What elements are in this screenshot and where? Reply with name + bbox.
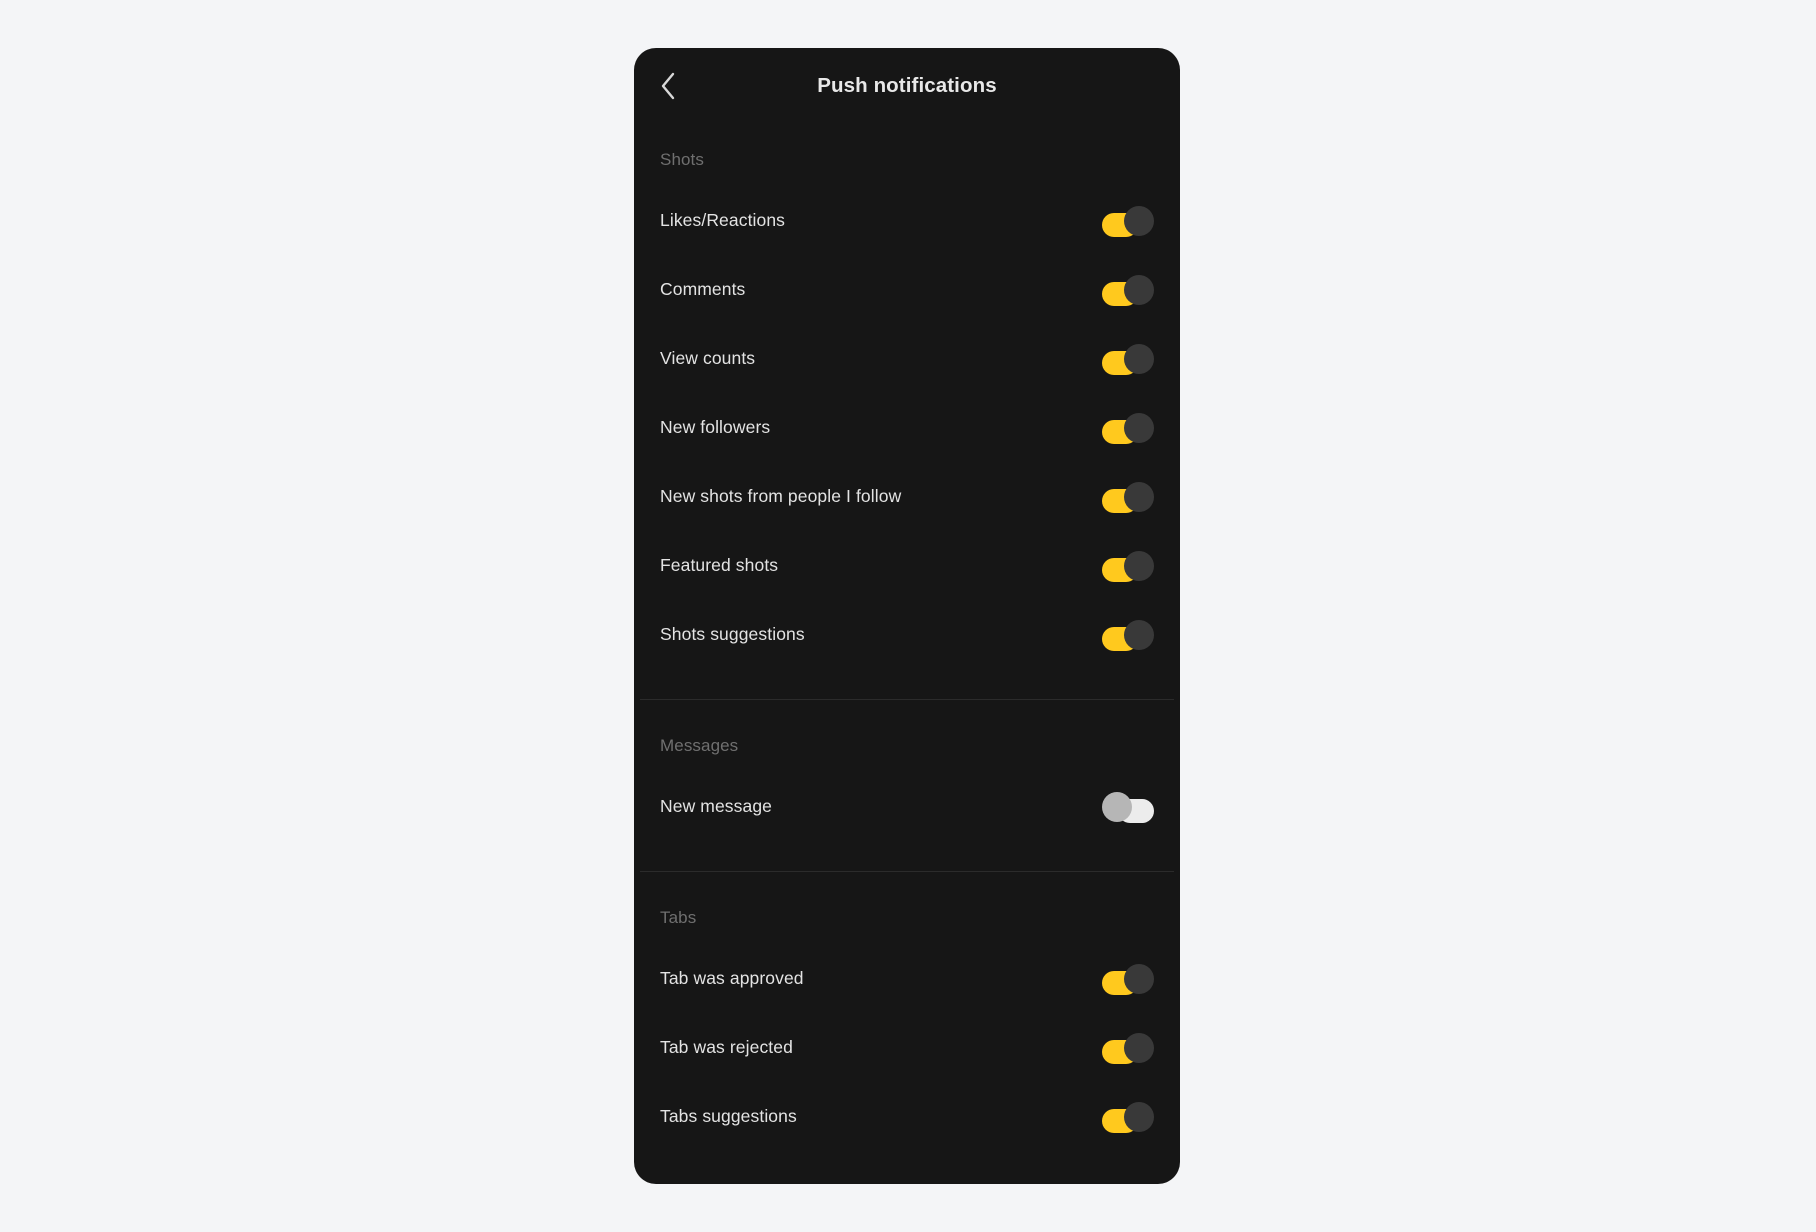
section-rows-tabs: Tab was approved Tab was rejected Tabs s… [634,944,1180,1151]
toggle-knob [1102,791,1132,822]
row-label: Featured shots [660,555,779,575]
toggle-new-followers[interactable] [1102,411,1154,445]
row-new-shots-from-people-i-follow[interactable]: New shots from people I follow [634,462,1180,531]
row-view-counts[interactable]: View counts [634,324,1180,393]
toggle-featured-shots[interactable] [1102,549,1154,583]
row-label: Tabs suggestions [660,1106,797,1126]
toggle-knob [1124,619,1154,650]
row-new-message[interactable]: New message [634,772,1180,841]
chevron-left-icon [658,70,678,102]
toggle-knob [1124,481,1154,512]
toggle-new-shots-from-people-i-follow[interactable] [1102,480,1154,514]
row-likes-reactions[interactable]: Likes/Reactions [634,186,1180,255]
section-divider [640,699,1174,700]
toggle-new-message[interactable] [1102,790,1154,824]
toggle-knob [1124,343,1154,374]
row-label: Comments [660,279,746,299]
toggle-comments[interactable] [1102,273,1154,307]
toggle-knob [1124,274,1154,305]
toggle-tab-was-rejected[interactable] [1102,1031,1154,1065]
row-label: View counts [660,348,756,368]
row-label: Tab was approved [660,968,804,988]
toggle-knob [1124,1101,1154,1132]
row-tab-was-rejected[interactable]: Tab was rejected [634,1013,1180,1082]
toggle-tabs-suggestions[interactable] [1102,1100,1154,1134]
section-divider [640,871,1174,872]
toggle-knob [1124,1032,1154,1063]
row-tab-was-approved[interactable]: Tab was approved [634,944,1180,1013]
section-header-messages: Messages [660,736,739,755]
toggle-view-counts[interactable] [1102,342,1154,376]
row-tabs-suggestions[interactable]: Tabs suggestions [634,1082,1180,1151]
push-notifications-card: Push notifications Shots Likes/Reactions… [634,48,1180,1184]
row-comments[interactable]: Comments [634,255,1180,324]
page-title: Push notifications [817,74,997,97]
toggle-likes-reactions[interactable] [1102,204,1154,238]
row-label: New message [660,796,772,816]
toggle-knob [1124,412,1154,443]
toggle-knob [1124,205,1154,236]
row-label: Likes/Reactions [660,210,786,230]
row-featured-shots[interactable]: Featured shots [634,531,1180,600]
section-rows-messages: New message [634,772,1180,841]
row-label: Shots suggestions [660,624,805,644]
toggle-knob [1124,963,1154,994]
section-rows-shots: Likes/Reactions Comments View counts New… [634,186,1180,669]
back-button[interactable] [644,62,692,110]
section-header-shots: Shots [660,150,704,169]
toggle-knob [1124,550,1154,581]
row-label: New shots from people I follow [660,486,902,506]
row-label: New followers [660,417,771,437]
toggle-shots-suggestions[interactable] [1102,618,1154,652]
section-header-tabs: Tabs [660,908,697,927]
row-new-followers[interactable]: New followers [634,393,1180,462]
header: Push notifications [634,48,1180,124]
toggle-tab-was-approved[interactable] [1102,962,1154,996]
row-label: Tab was rejected [660,1037,793,1057]
row-shots-suggestions[interactable]: Shots suggestions [634,600,1180,669]
screen: Push notifications Shots Likes/Reactions… [0,0,1816,1232]
